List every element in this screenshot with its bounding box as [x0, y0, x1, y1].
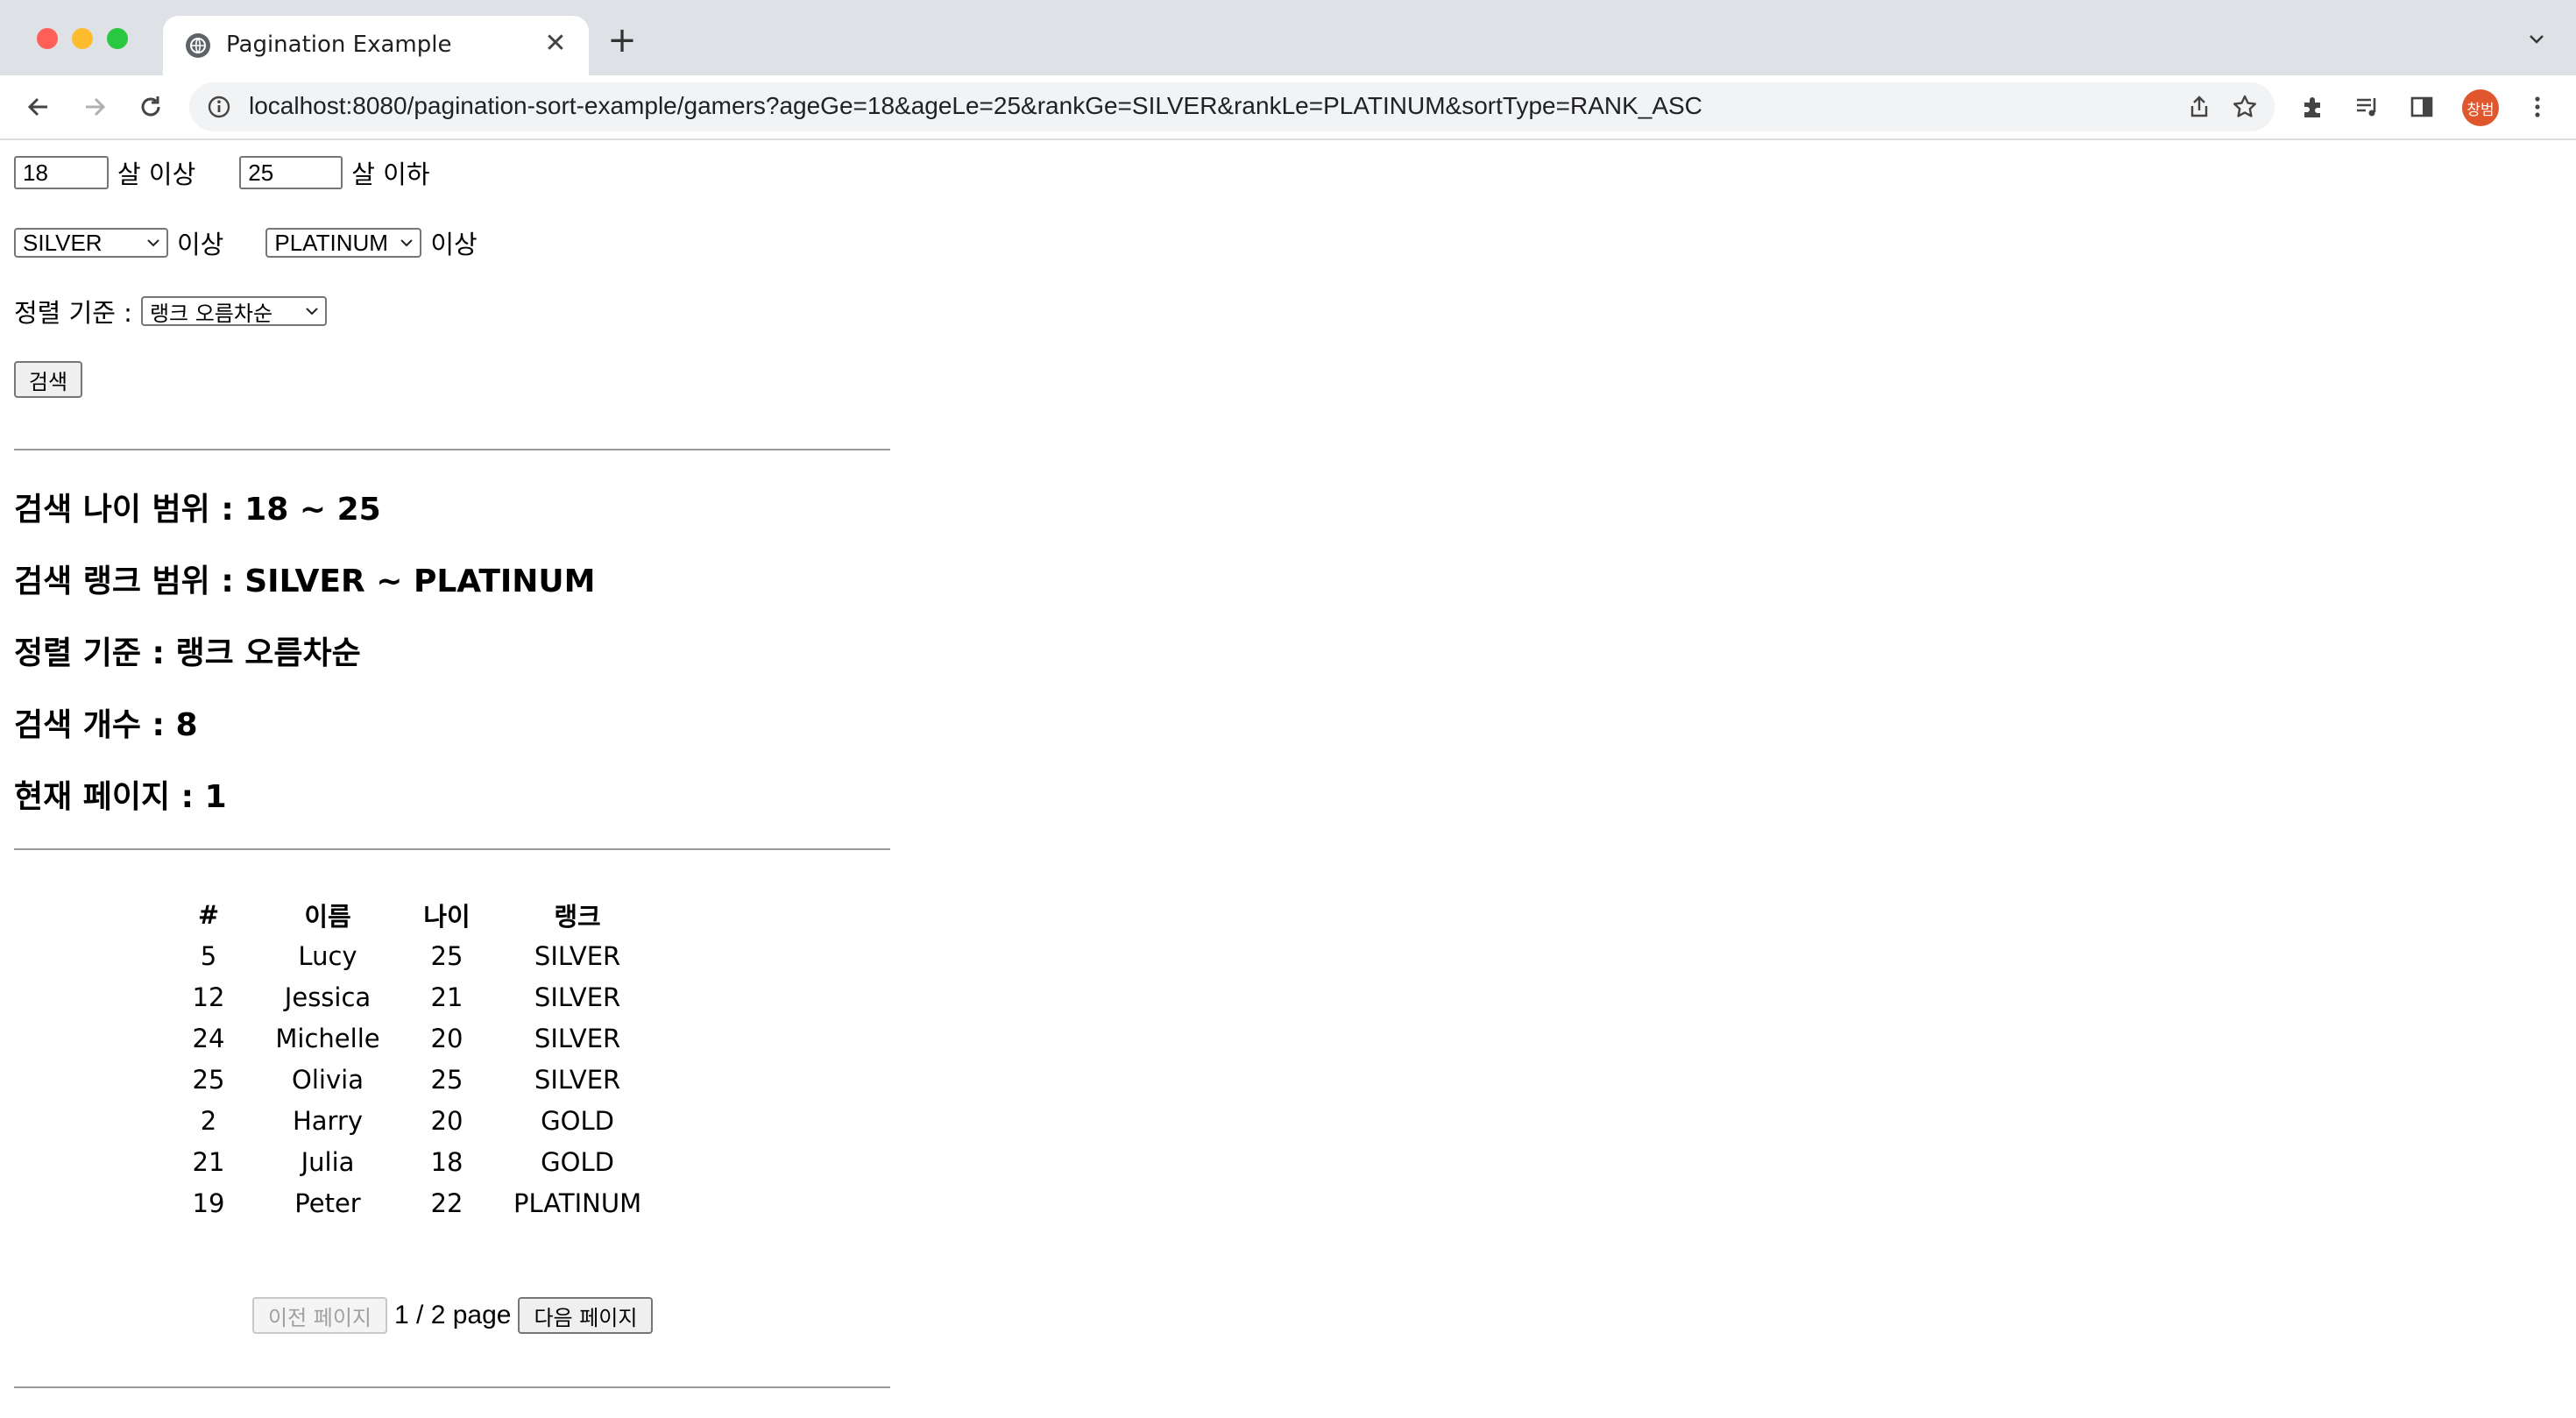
rank-max-suffix: 이상: [430, 230, 478, 259]
summary-count: 검색 개수 : 8: [14, 707, 198, 743]
maximize-window-button[interactable]: [107, 28, 128, 49]
rank-min-select[interactable]: SILVER: [14, 228, 168, 258]
column-header-age: 나이: [423, 901, 471, 932]
table-header-row: # 이름 나이 랭크: [158, 894, 657, 935]
cell-rank: GOLD: [541, 1146, 614, 1177]
cell-name: Harry: [292, 1105, 364, 1136]
url-text: localhost:8080/pagination-sort-example/g…: [249, 92, 1702, 119]
cell-name: Michelle: [275, 1023, 380, 1053]
cell-id: 2: [200, 1105, 217, 1136]
age-max-suffix: 살 이하: [351, 160, 430, 189]
cell-age: 25: [430, 1064, 464, 1095]
cell-rank: SILVER: [534, 940, 621, 971]
tab-strip: Pagination Example ✕ +: [0, 0, 2576, 75]
summary-rank-range: 검색 랭크 범위 : SILVER ~ PLATINUM: [14, 564, 596, 599]
table-row: 21 Julia 18 GOLD: [158, 1141, 657, 1182]
cell-id: 25: [192, 1064, 225, 1095]
cell-id: 21: [192, 1146, 225, 1177]
next-page-button[interactable]: 다음 페이지: [518, 1297, 654, 1334]
summary-age-range: 검색 나이 범위 : 18 ~ 25: [14, 492, 381, 528]
more-menu-icon[interactable]: [2522, 91, 2553, 123]
back-arrow-icon[interactable]: [19, 88, 58, 126]
cell-name: Olivia: [292, 1064, 364, 1095]
divider: [14, 449, 890, 450]
chevron-down-icon: [399, 235, 414, 251]
site-info-icon[interactable]: [205, 93, 233, 121]
cell-rank: SILVER: [534, 1023, 621, 1053]
age-filter-row: 18 살 이상 25 살 이하: [14, 154, 430, 191]
forward-arrow-icon[interactable]: [75, 88, 114, 126]
cell-rank: SILVER: [534, 982, 621, 1012]
globe-icon: [186, 33, 210, 58]
cell-rank: SILVER: [534, 1064, 621, 1095]
cell-id: 5: [200, 940, 217, 971]
active-tab[interactable]: Pagination Example ✕: [163, 16, 589, 75]
cell-age: 25: [430, 940, 464, 971]
bookmark-star-icon[interactable]: [2231, 93, 2259, 121]
new-tab-icon[interactable]: +: [605, 23, 640, 60]
column-header-rank: 랭크: [554, 901, 601, 932]
minimize-window-button[interactable]: [72, 28, 93, 49]
cell-age: 22: [430, 1188, 464, 1218]
summary-current-page: 현재 페이지 : 1: [14, 779, 227, 815]
sort-label: 정렬 기준 :: [14, 298, 132, 328]
page-content: 18 살 이상 25 살 이하 SILVER 이상 PLATINUM 이상 정렬…: [0, 140, 2576, 1418]
cell-id: 19: [192, 1188, 225, 1218]
cell-name: Lucy: [298, 940, 357, 971]
cell-age: 20: [430, 1023, 464, 1053]
cell-age: 18: [430, 1146, 464, 1177]
results-table: # 이름 나이 랭크 5 Lucy 25 SILVER 12 Jessica 2…: [158, 894, 657, 1223]
reload-icon[interactable]: [131, 88, 170, 126]
table-row: 19 Peter 22 PLATINUM: [158, 1182, 657, 1223]
sort-select[interactable]: 랭크 오름차순: [140, 296, 327, 326]
chevron-down-icon: [304, 303, 320, 319]
page-info: 1 / 2 page: [394, 1301, 512, 1329]
sort-value: 랭크 오름차순: [149, 301, 273, 326]
cell-id: 24: [192, 1023, 225, 1053]
cell-rank: GOLD: [541, 1105, 614, 1136]
profile-avatar[interactable]: 창범: [2462, 89, 2499, 126]
extensions-puzzle-icon[interactable]: [2297, 91, 2329, 123]
close-window-button[interactable]: [37, 28, 58, 49]
sort-filter-row: 정렬 기준 : 랭크 오름차순: [14, 293, 327, 330]
age-min-suffix: 살 이상: [117, 160, 196, 189]
table-row: 25 Olivia 25 SILVER: [158, 1059, 657, 1100]
table-row: 24 Michelle 20 SILVER: [158, 1017, 657, 1059]
cell-rank: PLATINUM: [513, 1188, 642, 1218]
share-icon[interactable]: [2185, 93, 2213, 121]
chevron-down-icon: [145, 235, 161, 251]
media-queue-icon[interactable]: [2352, 91, 2383, 123]
cell-age: 20: [430, 1105, 464, 1136]
browser-toolbar: localhost:8080/pagination-sort-example/g…: [0, 75, 2576, 140]
column-header-id: #: [197, 899, 220, 930]
tab-title: Pagination Example: [226, 32, 452, 58]
pagination: 이전 페이지 1 / 2 page 다음 페이지: [252, 1297, 654, 1334]
close-tab-icon[interactable]: ✕: [540, 28, 571, 60]
table-row: 2 Harry 20 GOLD: [158, 1100, 657, 1141]
side-panel-icon[interactable]: [2406, 91, 2438, 123]
table-row: 12 Jessica 21 SILVER: [158, 976, 657, 1017]
cell-name: Peter: [294, 1188, 361, 1218]
cell-id: 12: [192, 982, 225, 1012]
summary-sort: 정렬 기준 : 랭크 오름차순: [14, 635, 361, 671]
cell-name: Julia: [301, 1146, 355, 1177]
tab-search-chevron-icon[interactable]: [2523, 28, 2550, 54]
rank-min-value: SILVER: [23, 229, 103, 256]
address-bar[interactable]: localhost:8080/pagination-sort-example/g…: [189, 82, 2275, 131]
search-row: 검색: [14, 361, 82, 398]
rank-min-suffix: 이상: [177, 230, 224, 259]
column-header-name: 이름: [304, 901, 351, 932]
age-max-input[interactable]: 25: [239, 156, 343, 189]
divider: [14, 848, 890, 850]
rank-filter-row: SILVER 이상 PLATINUM 이상: [14, 224, 478, 261]
rank-max-select[interactable]: PLATINUM: [265, 228, 422, 258]
age-min-input[interactable]: 18: [14, 156, 109, 189]
prev-page-button[interactable]: 이전 페이지: [252, 1297, 387, 1334]
rank-max-value: PLATINUM: [274, 229, 388, 256]
divider: [14, 1386, 890, 1388]
cell-age: 21: [430, 982, 464, 1012]
cell-name: Jessica: [284, 982, 372, 1012]
table-row: 5 Lucy 25 SILVER: [158, 935, 657, 976]
search-button[interactable]: 검색: [14, 361, 82, 398]
